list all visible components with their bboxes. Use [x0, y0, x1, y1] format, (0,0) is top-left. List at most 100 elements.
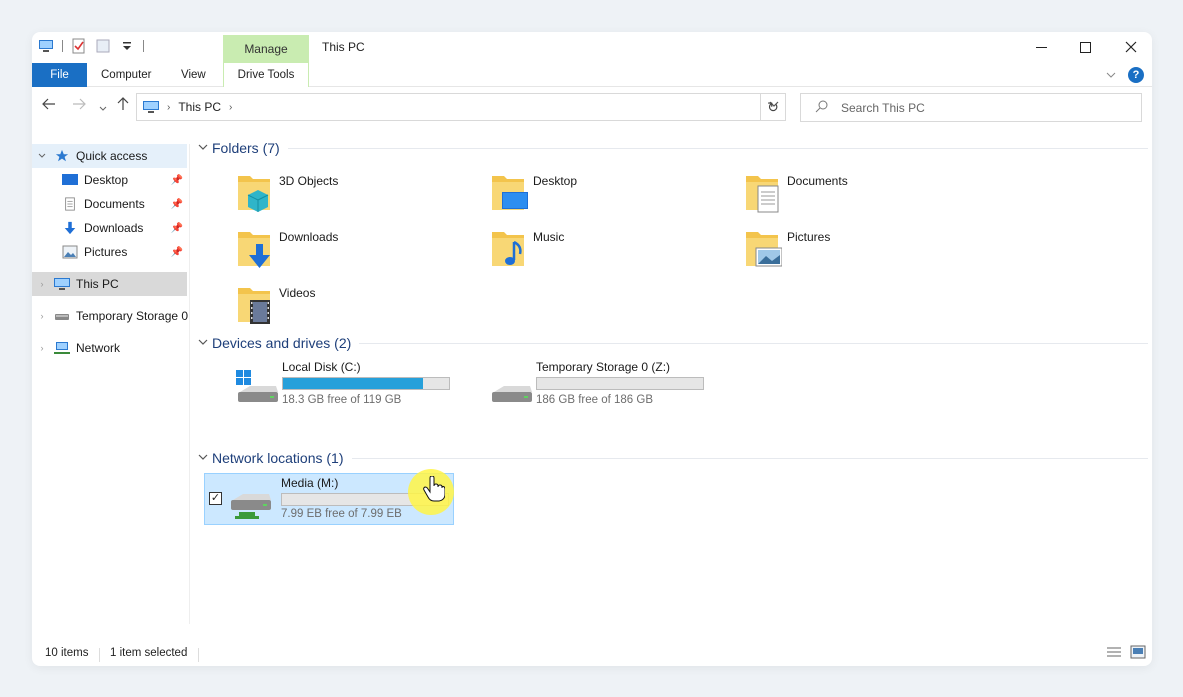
pin-icon[interactable]: 📌 — [171, 175, 183, 186]
chevron-right-icon[interactable]: › — [36, 279, 48, 289]
documents-folder-icon — [746, 176, 779, 213]
tab-drive-tools[interactable]: Drive Tools — [223, 63, 309, 87]
chevron-down-icon[interactable] — [198, 338, 212, 349]
search-input[interactable]: Search This PC — [800, 93, 1142, 122]
sidebar-item-pictures[interactable]: Pictures 📌 — [32, 240, 187, 264]
up-button[interactable] — [117, 97, 129, 114]
forward-button[interactable] — [72, 97, 86, 113]
refresh-button[interactable]: ↻ — [760, 93, 786, 121]
documents-icon — [65, 197, 75, 211]
drive-name: Local Disk (C:) — [282, 360, 361, 374]
tab-view[interactable]: View — [167, 63, 220, 87]
folder-item[interactable]: Pictures — [736, 224, 976, 274]
network-icon — [54, 342, 70, 354]
breadcrumb: › This PC › — [143, 100, 232, 114]
tab-manage[interactable]: Manage — [223, 35, 309, 63]
ribbon-tabs: File Computer View Drive Tools — [32, 63, 1152, 87]
downloads-icon — [64, 221, 76, 235]
pictures-folder-icon — [746, 232, 782, 267]
minimize-button[interactable] — [1018, 32, 1064, 62]
sidebar-item-documents[interactable]: Documents 📌 — [32, 192, 187, 216]
folder-item[interactable]: 3D Objects — [228, 168, 468, 218]
pin-icon[interactable]: 📌 — [171, 223, 183, 234]
ribbon-controls: ? — [1106, 67, 1144, 83]
folder-item[interactable]: Music — [482, 224, 722, 274]
folder-label: Music — [533, 230, 565, 244]
hand-cursor-icon — [423, 476, 445, 502]
sidebar-item-label: Network — [76, 341, 121, 355]
breadcrumb-this-pc[interactable]: This PC — [178, 100, 221, 114]
refresh-icon: ↻ — [767, 99, 779, 115]
properties-icon[interactable] — [71, 38, 87, 54]
toolbar-separator — [62, 40, 63, 52]
folder-label: 3D Objects — [279, 174, 339, 188]
up-arrow-icon — [117, 97, 129, 110]
sidebar-item-desktop[interactable]: Desktop 📌 — [32, 168, 187, 192]
folder-label: Downloads — [279, 230, 339, 244]
windows-drive-icon — [236, 370, 278, 402]
group-header-network[interactable]: Network locations (1) — [198, 448, 1148, 468]
status-divider — [198, 648, 199, 662]
chevron-right-icon[interactable]: › — [36, 311, 48, 321]
pin-icon[interactable]: 📌 — [171, 247, 183, 258]
drive-name: Media (M:) — [281, 476, 339, 490]
breadcrumb-chevron-icon[interactable]: › — [167, 102, 170, 113]
folder-item[interactable]: Documents — [736, 168, 976, 218]
drive-item-c[interactable]: Local Disk (C:) 18.3 GB free of 119 GB — [232, 360, 482, 412]
expand-ribbon-icon[interactable] — [1106, 71, 1116, 79]
help-icon[interactable]: ? — [1128, 67, 1144, 83]
customize-toolbar-icon[interactable] — [119, 38, 135, 54]
star-icon — [55, 149, 69, 162]
breadcrumb-chevron-icon[interactable]: › — [229, 102, 232, 113]
group-divider — [351, 457, 1148, 459]
group-header-devices[interactable]: Devices and drives (2) — [198, 333, 1148, 353]
tab-file[interactable]: File — [32, 63, 87, 87]
folder-item[interactable]: Desktop — [482, 168, 722, 218]
folder-item[interactable]: Downloads — [228, 224, 468, 274]
navigation-bar: › This PC › ↻ Search This PC — [32, 88, 1152, 124]
sidebar-item-this-pc[interactable]: › This PC — [32, 272, 187, 296]
large-icons-view-icon[interactable] — [1130, 645, 1146, 659]
search-icon — [815, 100, 828, 113]
drive-item-z[interactable]: Temporary Storage 0 (Z:) 186 GB free of … — [486, 360, 736, 412]
title-bar: Manage This PC — [32, 32, 1152, 63]
drive-free-space: 18.3 GB free of 119 GB — [282, 394, 402, 406]
back-arrow-icon — [42, 98, 55, 110]
group-title: Folders (7) — [212, 140, 280, 156]
sidebar-item-label: Documents — [84, 197, 145, 211]
quick-access-toolbar — [38, 38, 144, 54]
sidebar-item-network[interactable]: › Network — [32, 336, 187, 360]
group-header-folders[interactable]: Folders (7) — [198, 138, 1148, 158]
toolbar-separator — [143, 40, 144, 52]
folder-label: Documents — [787, 174, 848, 188]
sidebar-item-temporary-storage[interactable]: › Temporary Storage 0 — [32, 304, 190, 328]
maximize-button[interactable] — [1062, 32, 1108, 62]
item-count: 10 items — [45, 647, 89, 659]
chevron-right-icon[interactable]: › — [36, 343, 48, 353]
chevron-down-icon[interactable] — [198, 453, 212, 464]
tab-computer[interactable]: Computer — [87, 63, 166, 87]
selection-checkbox[interactable]: ✓ — [209, 492, 222, 505]
chevron-down-icon[interactable] — [198, 143, 212, 154]
sidebar-item-quick-access[interactable]: Quick access — [32, 144, 187, 168]
sidebar-item-label: Downloads — [84, 221, 144, 235]
address-bar[interactable]: › This PC › — [136, 93, 786, 121]
recent-locations-button[interactable] — [99, 99, 107, 115]
computer-icon[interactable] — [38, 38, 54, 54]
group-title: Network locations (1) — [212, 450, 344, 466]
search-placeholder: Search This PC — [841, 101, 925, 115]
desktop-folder-icon — [492, 176, 528, 210]
new-folder-icon[interactable] — [95, 38, 111, 54]
explorer-window: Manage This PC File Computer View Drive … — [32, 32, 1152, 666]
folder-label: Videos — [279, 286, 316, 300]
chevron-down-icon[interactable] — [36, 151, 48, 161]
sidebar-item-downloads[interactable]: Downloads 📌 — [32, 216, 187, 240]
pin-icon[interactable]: 📌 — [171, 199, 183, 210]
drive-free-space: 186 GB free of 186 GB — [536, 394, 653, 406]
status-bar: 10 items 1 item selected — [32, 644, 1152, 666]
folder-item[interactable]: Videos — [228, 280, 468, 330]
close-button[interactable] — [1108, 32, 1152, 62]
details-view-icon[interactable] — [1106, 645, 1122, 659]
back-button[interactable] — [42, 97, 56, 113]
chevron-down-icon — [99, 106, 107, 111]
